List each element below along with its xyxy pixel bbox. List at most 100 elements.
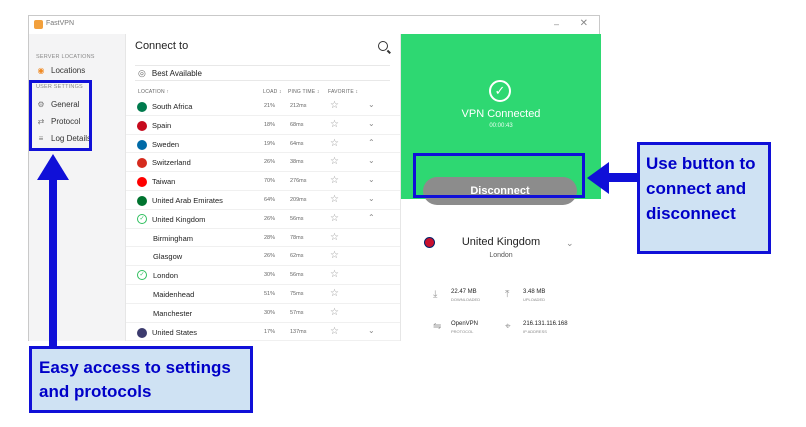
location-name: Spain — [152, 120, 172, 130]
location-name: London — [153, 271, 179, 281]
location-name: Birmingham — [153, 233, 194, 243]
load-value: 30% — [264, 272, 276, 279]
favorite-star-icon[interactable]: ☆ — [330, 138, 339, 149]
load-value: 17% — [264, 328, 276, 335]
load-value: 30% — [264, 309, 276, 316]
arrow-up-icon — [37, 154, 69, 180]
app-title: FastVPN — [46, 20, 75, 27]
favorite-star-icon[interactable]: ☆ — [330, 326, 339, 337]
favorite-star-icon[interactable]: ☆ — [330, 307, 339, 318]
city-row[interactable]: Maidenhead 51% 75ms ☆ — [126, 285, 400, 304]
country-row[interactable]: Taiwan 70% 276ms ☆ ⌄ — [126, 172, 400, 191]
button-highlight-box — [413, 153, 585, 198]
selected-city: London — [489, 252, 513, 259]
location-icon: ⌖ — [505, 321, 511, 332]
location-pin-icon: ◎ — [138, 67, 146, 78]
location-pin-icon: ◉ — [37, 65, 45, 75]
flag-icon — [137, 158, 147, 169]
arrow-left-icon — [608, 173, 639, 182]
check-circle-icon: ✓ — [137, 213, 147, 224]
favorite-star-icon[interactable]: ☆ — [330, 232, 339, 243]
sidebar-item-label: Locations — [51, 65, 86, 75]
stat-value: 3.48 MB — [523, 289, 546, 295]
search-icon[interactable] — [378, 41, 388, 51]
server-locations-heading: SERVER LOCATIONS — [36, 54, 95, 60]
expand-chevron-icon[interactable]: ⌄ — [368, 326, 375, 335]
location-list-panel: Connect to ◎ Best Available LOCATION ↑ L… — [126, 34, 400, 342]
load-value: 18% — [264, 121, 276, 128]
best-available-row[interactable]: ◎ Best Available — [135, 65, 390, 81]
sidebar-item-locations[interactable]: ◉ Locations — [36, 62, 122, 78]
load-value: 26% — [264, 159, 276, 166]
load-value: 26% — [264, 215, 276, 222]
flag-icon — [137, 120, 147, 131]
ping-value: 62ms — [290, 253, 304, 260]
favorite-star-icon[interactable]: ☆ — [330, 100, 339, 111]
expand-chevron-icon[interactable]: ⌄ — [368, 100, 375, 109]
location-name: Manchester — [153, 308, 193, 318]
minimize-button[interactable]: – — [554, 19, 559, 29]
favorite-star-icon[interactable]: ☆ — [330, 213, 339, 224]
stat-value: 216.131.116.168 — [523, 321, 568, 327]
callout-connect-button: Use button to connect and disconnect — [637, 142, 771, 254]
expand-chevron-icon[interactable]: ⌃ — [368, 138, 375, 147]
favorite-star-icon[interactable]: ☆ — [330, 156, 339, 167]
load-value: 70% — [264, 178, 276, 185]
title-bar: FastVPN – ✕ — [29, 16, 599, 34]
country-row[interactable]: South Africa 21% 212ms ☆ ⌄ — [126, 97, 400, 116]
expand-chevron-icon[interactable]: ⌄ — [368, 119, 375, 128]
expand-chevron-icon[interactable]: ⌄ — [368, 175, 375, 184]
load-value: 28% — [264, 234, 276, 241]
load-value: 26% — [264, 253, 276, 260]
column-header-favorite[interactable]: FAVORITE ↕ — [328, 89, 358, 95]
check-circle-icon: ✓ — [137, 270, 147, 281]
column-header-ping[interactable]: PING TIME ↕ — [288, 89, 320, 95]
connection-status: VPN Connected — [461, 108, 541, 120]
favorite-star-icon[interactable]: ☆ — [330, 250, 339, 261]
location-name: Maidenhead — [153, 289, 195, 299]
load-value: 51% — [264, 290, 276, 297]
best-available-label: Best Available — [151, 68, 202, 78]
location-list: South Africa 21% 212ms ☆ ⌄ Spain 18% 68ms ☆ ⌄ Swed… — [126, 97, 400, 342]
city-row[interactable]: Birmingham 28% 78ms ☆ — [126, 229, 400, 248]
city-row[interactable]: ✓ London 30% 56ms ☆ — [126, 266, 400, 285]
country-row[interactable]: United Arab Emirates 64% 209ms ☆ ⌄ — [126, 191, 400, 210]
ping-value: 137ms — [290, 328, 307, 335]
stat-value: 22.47 MB — [451, 289, 477, 295]
ping-value: 57ms — [290, 309, 304, 316]
stat-label: UPLOADED — [523, 297, 546, 302]
ping-value: 75ms — [290, 290, 304, 297]
flag-icon — [137, 327, 147, 338]
location-name: South Africa — [152, 102, 193, 111]
favorite-star-icon[interactable]: ☆ — [330, 194, 339, 205]
expand-chevron-icon[interactable]: ⌄ — [368, 156, 375, 165]
stat-label: PROTOCOL — [451, 329, 474, 334]
country-row[interactable]: Spain 18% 68ms ☆ ⌄ — [126, 116, 400, 135]
country-row[interactable]: Sweden 19% 64ms ☆ ⌃ — [126, 135, 400, 154]
expand-chevron-icon[interactable]: ⌄ — [368, 194, 375, 203]
column-header-load[interactable]: LOAD ↕ — [263, 89, 282, 95]
city-row[interactable]: Manchester 30% 57ms ☆ — [126, 304, 400, 323]
location-name: United Arab Emirates — [152, 195, 223, 205]
country-row[interactable]: United States 17% 137ms ☆ ⌄ — [126, 323, 400, 342]
ping-value: 56ms — [290, 215, 304, 222]
location-name: Sweden — [152, 139, 180, 149]
favorite-star-icon[interactable]: ☆ — [330, 175, 339, 186]
location-name: Switzerland — [152, 158, 191, 168]
country-row[interactable]: ✓ United Kingdom 26% 56ms ☆ ⌃ — [126, 210, 400, 229]
chevron-down-icon[interactable]: ⌄ — [566, 238, 574, 249]
flag-icon — [137, 102, 147, 112]
ping-value: 209ms — [290, 196, 307, 203]
close-button[interactable]: ✕ — [580, 18, 588, 29]
upload-icon: ⤒ — [505, 289, 510, 300]
column-header-location[interactable]: LOCATION ↑ — [138, 89, 169, 95]
arrow-up-shaft — [49, 178, 57, 348]
expand-chevron-icon[interactable]: ⌃ — [368, 213, 375, 222]
country-row[interactable]: Switzerland 26% 38ms ☆ ⌄ — [126, 153, 400, 173]
city-row[interactable]: Glasgow 26% 62ms ☆ — [126, 247, 400, 267]
favorite-star-icon[interactable]: ☆ — [330, 269, 339, 280]
favorite-star-icon[interactable]: ☆ — [330, 288, 339, 299]
ping-value: 212ms — [290, 103, 307, 109]
favorite-star-icon[interactable]: ☆ — [330, 119, 339, 130]
location-name: Taiwan — [152, 177, 176, 187]
